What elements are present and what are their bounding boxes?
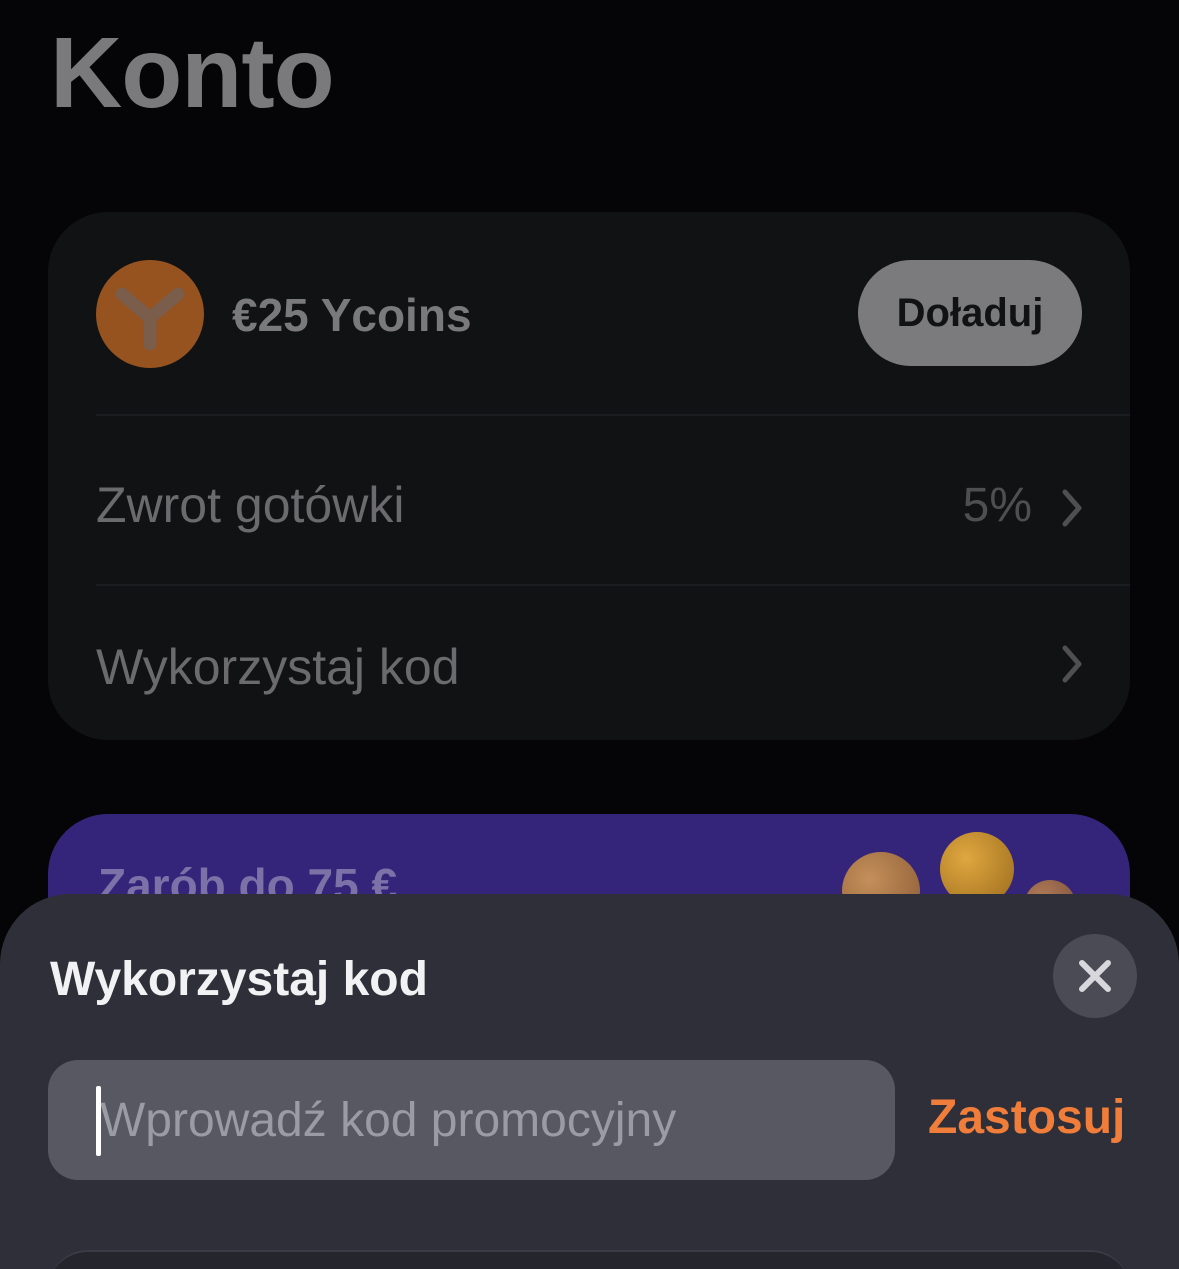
- sheet-title: Wykorzystaj kod: [50, 953, 428, 1006]
- sheet-bottom-panel: [48, 1250, 1130, 1269]
- chevron-right-icon: [1062, 645, 1082, 683]
- redeem-code-label: Wykorzystaj kod: [96, 639, 460, 695]
- page-title: Konto: [50, 17, 335, 129]
- text-cursor: [96, 1086, 101, 1156]
- redeem-code-sheet: Wykorzystaj kod Zastosuj: [0, 894, 1179, 1269]
- account-screen: Konto €25 Ycoins Doładuj Zwrot gotówki 5…: [0, 0, 1179, 1269]
- ycoins-balance: €25 Ycoins: [232, 289, 472, 341]
- divider: [96, 414, 1130, 416]
- account-card: €25 Ycoins Doładuj Zwrot gotówki 5% Wyko…: [48, 212, 1130, 740]
- apply-code-button[interactable]: Zastosuj: [928, 1090, 1125, 1145]
- chevron-right-icon: [1062, 489, 1082, 527]
- close-button[interactable]: [1053, 934, 1137, 1018]
- close-icon: [1079, 960, 1111, 992]
- ycoin-logo-icon: [96, 260, 204, 368]
- divider: [96, 584, 1130, 586]
- topup-button[interactable]: Doładuj: [858, 260, 1082, 366]
- promo-code-input[interactable]: [48, 1060, 895, 1180]
- cashback-label: Zwrot gotówki: [96, 477, 405, 533]
- promo-code-field[interactable]: [48, 1060, 895, 1180]
- cashback-value: 5%: [962, 479, 1032, 532]
